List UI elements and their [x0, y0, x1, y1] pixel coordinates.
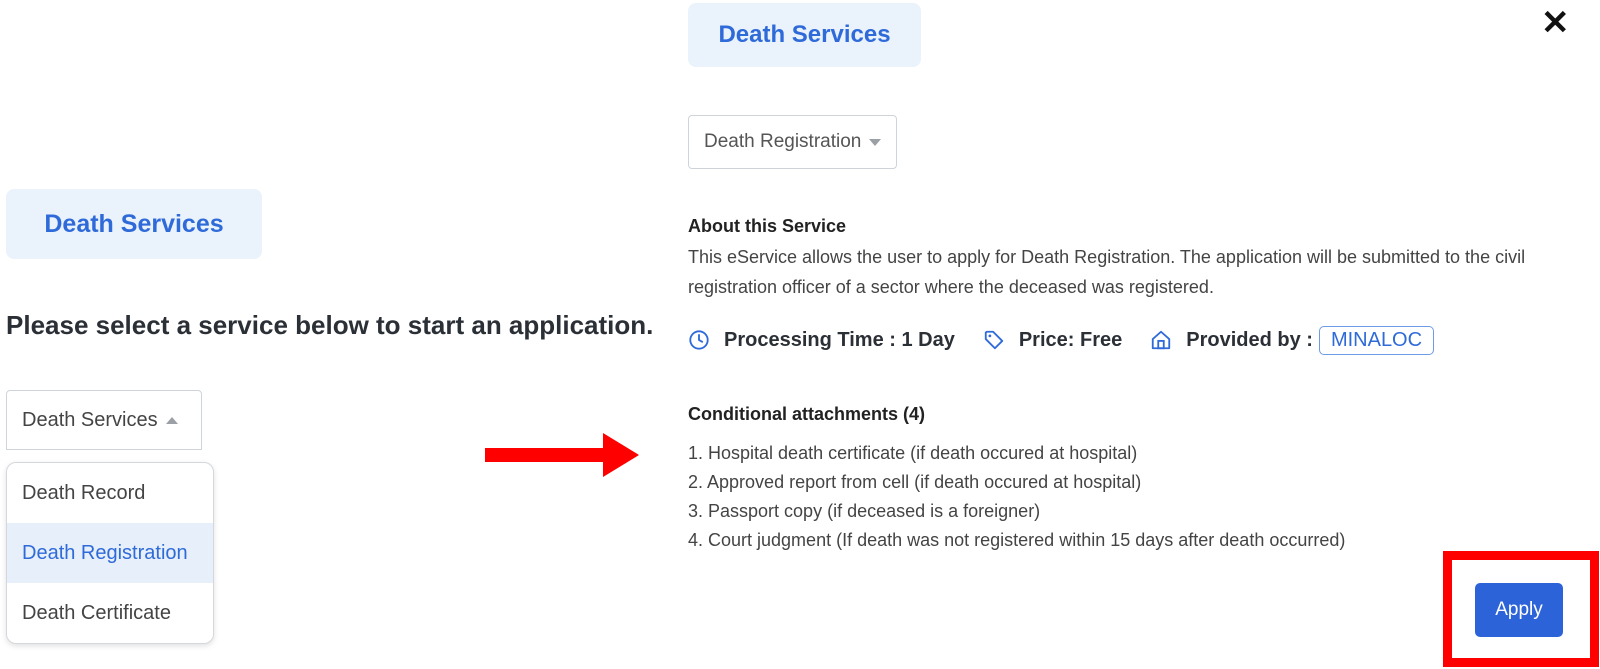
close-icon[interactable]: ✕ [1541, 6, 1570, 40]
red-arrow-icon [485, 433, 639, 477]
building-icon [1152, 330, 1171, 350]
service-dropdown-menu: Death Record Death Registration Death Ce… [6, 462, 214, 644]
right-category-chip: Death Services [688, 3, 921, 67]
attachments-heading: Conditional attachments (4) [688, 404, 926, 424]
attachments-list: 1. Hospital death certificate (if death … [688, 439, 1345, 555]
category-select-value: Death Services [22, 408, 158, 431]
price: Price: Free [1018, 328, 1123, 351]
left-category-chip: Death Services [6, 189, 262, 259]
attachment-item: 1. Hospital death certificate (if death … [688, 443, 1138, 463]
price-tag-icon [984, 330, 1004, 350]
service-select[interactable]: Death Registration [688, 115, 897, 169]
about-service-text: This eService allows the user to apply f… [688, 247, 1526, 297]
caret-up-icon [165, 416, 178, 424]
caret-down-icon [869, 138, 882, 146]
provided-by-label: Provided by : [1186, 328, 1313, 351]
option-death-registration[interactable]: Death Registration [7, 523, 213, 583]
provider-badge[interactable]: MINALOC [1318, 325, 1435, 355]
apply-button[interactable]: Apply [1475, 583, 1563, 637]
attachment-item: 3. Passport copy (if deceased is a forei… [688, 501, 1041, 521]
clock-icon [689, 330, 709, 350]
attachment-item: 4. Court judgment (If death was not regi… [688, 530, 1346, 550]
option-death-record[interactable]: Death Record [7, 463, 213, 523]
select-service-prompt: Please select a service below to start a… [6, 310, 654, 340]
about-service-heading: About this Service [688, 216, 847, 236]
service-select-value: Death Registration [704, 131, 862, 152]
option-death-certificate[interactable]: Death Certificate [7, 583, 213, 643]
service-meta-row: Processing Time : 1 Day Price: Free Prov… [688, 323, 1435, 357]
category-select[interactable]: Death Services [6, 390, 202, 450]
attachment-item: 2. Approved report from cell (if death o… [688, 472, 1142, 492]
processing-time: Processing Time : 1 Day [724, 328, 955, 351]
